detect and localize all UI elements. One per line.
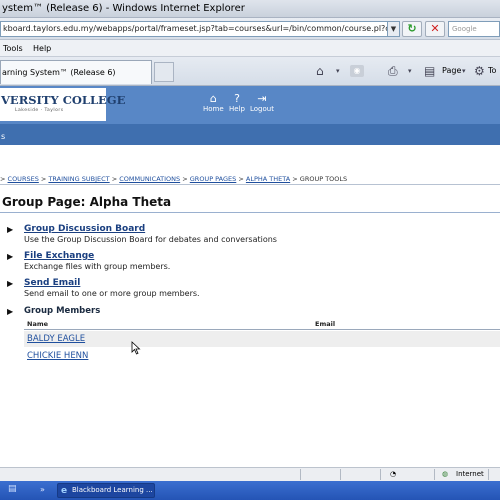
breadcrumb-current: GROUP TOOLS bbox=[299, 175, 348, 183]
discussion-board-link[interactable]: Group Discussion Board bbox=[24, 224, 145, 234]
window-title-bar: ystem™ (Release 6) - Windows Internet Ex… bbox=[0, 0, 500, 18]
mouse-cursor-icon bbox=[131, 341, 141, 355]
column-header-email: Email bbox=[315, 320, 336, 328]
blackboard-tab-bar: s bbox=[0, 124, 500, 145]
stop-icon[interactable]: ✕ bbox=[425, 21, 445, 37]
page-icon[interactable]: ▤ bbox=[424, 64, 435, 78]
tool-file-exchange: ▶ File Exchange Exchange files with grou… bbox=[0, 251, 500, 279]
search-input[interactable]: Google bbox=[448, 21, 500, 37]
breadcrumb-separator: > bbox=[40, 175, 47, 183]
breadcrumb-item-training-subject[interactable]: TRAINING SUBJECT bbox=[48, 175, 109, 183]
group-members-heading: Group Members bbox=[24, 306, 101, 316]
refresh-icon[interactable]: ↻ bbox=[402, 21, 422, 37]
help-icon: ? bbox=[234, 92, 240, 105]
breadcrumb: > COURSES > TRAINING SUBJECT > COMMUNICA… bbox=[0, 175, 500, 185]
breadcrumb-separator: > bbox=[238, 175, 244, 183]
tool-send-email: ▶ Send Email Send email to one or more g… bbox=[0, 278, 500, 306]
discussion-board-description: Use the Group Discussion Board for debat… bbox=[24, 235, 277, 244]
print-icon[interactable]: ⎙ bbox=[388, 64, 398, 78]
member-name-link[interactable]: CHICKIE HENN bbox=[27, 351, 88, 361]
members-table-header: Name Email bbox=[24, 318, 500, 330]
house-icon: ⌂ bbox=[209, 92, 217, 105]
expand-arrow-icon[interactable]: ▶ bbox=[7, 307, 13, 316]
logout-icon: ⇥ bbox=[257, 92, 267, 105]
new-tab-button[interactable] bbox=[154, 62, 174, 82]
breadcrumb-item-group-pages[interactable]: GROUP PAGES bbox=[190, 175, 237, 183]
home-button[interactable]: ⌂ Home bbox=[203, 93, 224, 114]
status-divider bbox=[340, 469, 341, 480]
tab-row: arning System™ (Release 6) ⌂ ▾ ◉ ⎙ ▾ ▤ P… bbox=[0, 57, 500, 86]
breadcrumb-item-communications[interactable]: COMMUNICATIONS bbox=[119, 175, 180, 183]
menu-item-help[interactable]: Help bbox=[33, 40, 51, 57]
college-logo: VERSITY COLLEGE Lakeside · Taylors bbox=[0, 88, 126, 121]
tab-courses[interactable]: s bbox=[0, 128, 14, 145]
internet-explorer-icon: e bbox=[61, 486, 68, 496]
tool-discussion-board: ▶ Group Discussion Board Use the Group D… bbox=[0, 224, 500, 252]
expand-arrow-icon[interactable]: ▶ bbox=[7, 225, 13, 234]
zone-label: Internet bbox=[456, 470, 484, 478]
logout-button[interactable]: ⇥ Logout bbox=[250, 93, 274, 114]
home-icon[interactable]: ⌂ bbox=[316, 64, 324, 78]
status-divider bbox=[380, 469, 381, 480]
taskbar-button-blackboard[interactable]: e Blackboard Learning ... bbox=[57, 483, 155, 498]
breadcrumb-separator: > bbox=[182, 175, 188, 183]
menu-bar: Tools Help bbox=[0, 40, 500, 57]
security-icon[interactable]: ◔ bbox=[390, 468, 396, 481]
heading-divider bbox=[0, 212, 500, 213]
column-header-name: Name bbox=[27, 320, 49, 328]
rss-feed-icon[interactable]: ◉ bbox=[350, 65, 364, 77]
help-button[interactable]: ? Help bbox=[229, 93, 245, 114]
window-title: ystem™ (Release 6) - Windows Internet Ex… bbox=[2, 3, 245, 14]
tools-gear-icon[interactable]: ⚙ bbox=[474, 64, 485, 78]
quick-launch-icon[interactable]: ▤ bbox=[8, 484, 17, 494]
page-dropdown-icon[interactable]: ▾ bbox=[462, 64, 466, 78]
file-exchange-link[interactable]: File Exchange bbox=[24, 251, 94, 261]
address-dropdown-icon[interactable]: ▼ bbox=[388, 21, 400, 37]
page-title: Group Page: Alpha Theta bbox=[2, 195, 172, 209]
expand-arrow-icon[interactable]: ▶ bbox=[7, 279, 13, 288]
send-email-description: Send email to one or more group members. bbox=[24, 289, 200, 298]
tools-menu-label[interactable]: To bbox=[488, 65, 496, 77]
breadcrumb-item-courses[interactable]: COURSES bbox=[8, 175, 39, 183]
print-dropdown-icon[interactable]: ▾ bbox=[408, 64, 412, 78]
browser-tab[interactable]: arning System™ (Release 6) bbox=[0, 60, 152, 84]
table-row: BALDY EAGLE bbox=[24, 331, 500, 347]
address-input[interactable]: kboard.taylors.edu.my/webapps/portal/fra… bbox=[0, 21, 388, 37]
send-email-link[interactable]: Send Email bbox=[24, 278, 80, 288]
logo-text: VERSITY COLLEGE bbox=[1, 93, 126, 107]
status-divider bbox=[488, 469, 489, 480]
status-bar: ◔ ◍ Internet bbox=[0, 467, 500, 481]
breadcrumb-item-alpha-theta[interactable]: ALPHA THETA bbox=[246, 175, 290, 183]
member-name-link[interactable]: BALDY EAGLE bbox=[27, 334, 85, 344]
file-exchange-description: Exchange files with group members. bbox=[24, 262, 171, 271]
taskbar-chevron-icon[interactable]: » bbox=[40, 485, 45, 494]
logo-subtext: Lakeside · Taylors bbox=[15, 108, 64, 113]
menu-item-tools[interactable]: Tools bbox=[3, 40, 23, 57]
blackboard-header: VERSITY COLLEGE Lakeside · Taylors ⌂ Hom… bbox=[0, 86, 500, 124]
page-menu-label[interactable]: Page bbox=[442, 65, 461, 77]
expand-arrow-icon[interactable]: ▶ bbox=[7, 252, 13, 261]
globe-icon: ◍ bbox=[442, 470, 449, 478]
address-row: kboard.taylors.edu.my/webapps/portal/fra… bbox=[0, 18, 500, 40]
status-divider bbox=[300, 469, 301, 480]
breadcrumb-separator: > bbox=[111, 175, 118, 183]
status-divider bbox=[434, 469, 435, 480]
table-row: CHICKIE HENN bbox=[24, 348, 500, 364]
breadcrumb-separator: > bbox=[0, 175, 6, 183]
home-dropdown-icon[interactable]: ▾ bbox=[336, 64, 340, 78]
taskbar-button-label: Blackboard Learning ... bbox=[72, 486, 153, 494]
windows-taskbar: ▤ » e Blackboard Learning ... bbox=[0, 481, 500, 500]
breadcrumb-separator: > bbox=[292, 175, 298, 183]
